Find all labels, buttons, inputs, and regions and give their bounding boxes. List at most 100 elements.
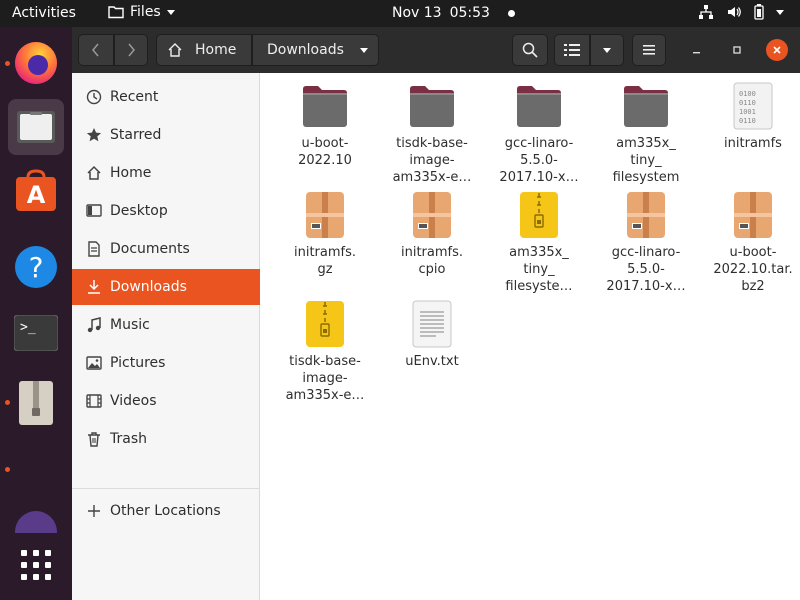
minimize-icon	[693, 52, 700, 54]
sidebar-item-videos[interactable]: Videos	[72, 383, 260, 419]
files-icon	[17, 111, 55, 143]
trash-icon	[86, 431, 102, 447]
help-icon: ?	[15, 246, 57, 288]
sidebar-item-label: Home	[110, 165, 152, 181]
dock-archive-manager[interactable]	[8, 375, 64, 431]
file-item[interactable]: initramfs. gz	[272, 190, 378, 278]
plus-icon	[86, 503, 102, 519]
file-item[interactable]: initramfs. cpio	[379, 190, 485, 278]
forward-button[interactable]	[114, 34, 148, 66]
dock-partial-item[interactable]	[8, 503, 64, 533]
sidebar-item-label: Trash	[110, 431, 147, 447]
maximize-button[interactable]	[726, 39, 748, 61]
sidebar-item-label: Starred	[110, 127, 162, 143]
folder-item[interactable]: u-boot- 2022.10	[272, 81, 378, 169]
breadcrumb-home[interactable]: Home	[156, 34, 252, 66]
sidebar-item-music[interactable]: Music	[72, 307, 260, 343]
svg-text:0110: 0110	[739, 99, 756, 107]
dock-terminal[interactable]: >_	[8, 305, 64, 361]
archive-file-icon	[733, 190, 773, 240]
file-item[interactable]: tisdk-base- image- am335x-e…	[272, 299, 378, 404]
chevron-down-icon	[776, 9, 784, 15]
close-button[interactable]	[766, 39, 788, 61]
svg-text:0100: 0100	[739, 90, 756, 98]
sidebar-item-label: Recent	[110, 89, 159, 105]
archive-manager-icon	[19, 381, 53, 425]
maximize-icon	[733, 46, 741, 54]
archive-file-icon	[626, 190, 666, 240]
sidebar-item-label: Documents	[110, 241, 190, 257]
file-item[interactable]: am335x_ tiny_ filesyste…	[486, 190, 592, 295]
search-icon	[522, 42, 538, 58]
sidebar-item-downloads[interactable]: Downloads	[72, 269, 260, 305]
breadcrumb-downloads[interactable]: Downloads	[252, 34, 379, 66]
network-icon	[699, 5, 713, 19]
menu-button[interactable]	[632, 34, 666, 66]
close-icon	[773, 46, 781, 54]
sidebar-item-trash[interactable]: Trash	[72, 421, 260, 457]
file-item[interactable]: u-boot- 2022.10.tar. bz2	[700, 190, 800, 295]
view-options-button[interactable]	[590, 34, 624, 66]
file-item[interactable]: 0100 0110 1001 0110 initramfs	[700, 81, 800, 152]
picture-icon	[86, 355, 102, 371]
folder-icon	[622, 81, 670, 131]
clock[interactable]: Nov 13 05:53	[392, 5, 515, 21]
home-icon	[168, 43, 182, 57]
folder-item[interactable]: am335x_ tiny_ filesystem	[593, 81, 699, 186]
chevron-left-icon	[92, 43, 99, 57]
file-item[interactable]: uEnv.txt	[379, 299, 485, 370]
sidebar-item-label: Desktop	[110, 203, 168, 219]
file-name: initramfs	[724, 136, 782, 151]
sidebar-item-label: Downloads	[110, 279, 187, 295]
folder-icon	[108, 6, 124, 19]
sidebar-item-recent[interactable]: Recent	[72, 79, 260, 115]
sidebar-item-starred[interactable]: Starred	[72, 117, 260, 153]
folder-icon	[515, 81, 563, 131]
breadcrumb-downloads-label: Downloads	[267, 42, 344, 58]
svg-text:0110: 0110	[739, 117, 756, 125]
files-window: Home Downloads Recent Starred Home Desktop D…	[72, 27, 800, 600]
dock-firefox[interactable]	[8, 35, 64, 91]
app-icon	[15, 511, 57, 533]
activities-button[interactable]: Activities	[12, 5, 76, 21]
file-name: tisdk-base- image- am335x-e…	[392, 136, 472, 185]
sidebar: Recent Starred Home Desktop Documents Downloa…	[72, 73, 260, 600]
sidebar-item-label: Videos	[110, 393, 157, 409]
notification-dot-icon	[507, 9, 515, 17]
search-button[interactable]	[512, 34, 548, 66]
dock-files[interactable]	[8, 99, 64, 155]
sidebar-item-pictures[interactable]: Pictures	[72, 345, 260, 381]
svg-text:1001: 1001	[739, 108, 756, 116]
dock-software[interactable]: A	[8, 163, 64, 219]
dock-show-apps[interactable]	[8, 537, 64, 593]
header-bar: Home Downloads	[72, 27, 800, 73]
sidebar-item-other-locations[interactable]: Other Locations	[72, 493, 260, 529]
minimize-button[interactable]	[686, 39, 708, 61]
sidebar-item-label: Music	[110, 317, 150, 333]
music-icon	[86, 317, 102, 333]
folder-item[interactable]: gcc-linaro- 5.5.0- 2017.10-x…	[486, 81, 592, 186]
file-grid: u-boot- 2022.10 tisdk-base- image- am335x…	[261, 73, 800, 600]
clock-date: Nov 13	[392, 5, 442, 21]
back-button[interactable]	[78, 34, 114, 66]
dock-help[interactable]: ?	[8, 239, 64, 295]
system-tray[interactable]	[698, 4, 784, 20]
file-name: gcc-linaro- 5.5.0- 2017.10-x…	[499, 136, 579, 185]
folder-item[interactable]: tisdk-base- image- am335x-e…	[379, 81, 485, 186]
battery-icon	[754, 4, 764, 20]
view-list-button[interactable]	[554, 34, 590, 66]
file-name: initramfs. gz	[293, 245, 357, 277]
chevron-down-icon	[359, 47, 368, 53]
sidebar-item-desktop[interactable]: Desktop	[72, 193, 260, 229]
file-item[interactable]: gcc-linaro- 5.5.0- 2017.10-x…	[593, 190, 699, 295]
chevron-right-icon	[128, 43, 135, 57]
text-file-icon	[412, 299, 452, 349]
chevron-down-icon	[166, 9, 175, 15]
breadcrumb-home-label: Home	[195, 42, 237, 58]
file-name: uEnv.txt	[405, 354, 459, 369]
sidebar-item-documents[interactable]: Documents	[72, 231, 260, 267]
home-icon	[86, 165, 102, 181]
app-menu[interactable]: Files	[108, 4, 175, 20]
sidebar-item-home[interactable]: Home	[72, 155, 260, 191]
svg-text:A: A	[27, 181, 46, 209]
